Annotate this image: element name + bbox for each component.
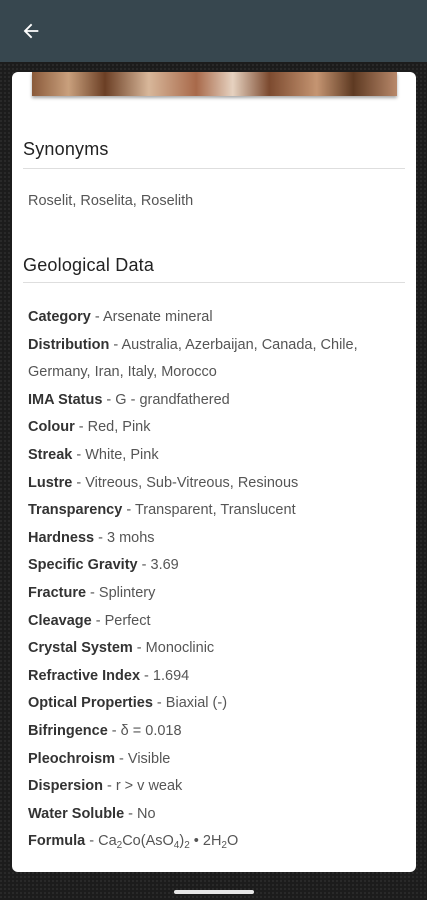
property-row: Lustre - Vitreous, Sub-Vitreous, Resinou… <box>28 470 400 498</box>
property-value: Visible <box>127 750 171 767</box>
property-separator: - <box>86 584 99 601</box>
arrow-left-icon <box>23 23 39 39</box>
property-separator: - <box>91 612 105 629</box>
property-separator: - <box>72 474 86 491</box>
property-value: Arsenate mineral <box>102 309 213 325</box>
property-row: Colour - Red, Pink <box>28 414 400 442</box>
property-separator: - <box>94 529 107 546</box>
property-label: Hardness <box>28 529 95 546</box>
property-label: Crystal System <box>28 640 133 657</box>
property-value: Biaxial (-) <box>165 695 228 712</box>
property-row: Streak - White, Pink <box>28 442 400 470</box>
property-row: Dispersion - r > v weak <box>28 773 400 801</box>
formula-value: Ca2Co(AsO4)2 • 2H2O <box>98 833 239 852</box>
property-label: Pleochroism <box>28 750 116 767</box>
property-separator: - <box>102 778 116 795</box>
property-row: Refractive Index - 1.694 <box>28 663 400 691</box>
property-separator: - <box>137 557 151 574</box>
property-row: Cleavage - Perfect <box>28 608 400 636</box>
property-separator: - <box>72 446 86 463</box>
property-label: Lustre <box>28 474 73 491</box>
formula-label: Formula <box>28 833 86 850</box>
property-row: IMA Status - G - grandfathered <box>28 387 400 415</box>
property-separator: - <box>74 419 88 436</box>
synonyms-text: Roselit, Roselita, Roselith <box>28 193 194 209</box>
property-label: Specific Gravity <box>28 557 138 574</box>
property-label: Category <box>28 309 91 325</box>
geological-properties-list: Category - Arsenate mineral Distribution … <box>28 304 400 856</box>
property-row: Bifringence - δ = 0.018 <box>28 718 400 746</box>
property-value: 3 mohs <box>106 529 155 546</box>
property-value: 3.69 <box>150 557 179 574</box>
property-separator: - <box>124 805 138 822</box>
property-row: Optical Properties - Biaxial (-) <box>28 690 400 718</box>
property-label: Streak <box>28 446 73 463</box>
property-label: Colour <box>28 419 75 436</box>
app-bar <box>0 0 427 62</box>
property-row: Specific Gravity - 3.69 <box>28 552 400 580</box>
property-value: δ = 0.018 <box>120 722 182 739</box>
property-value: Transparent, Translucent <box>134 502 296 519</box>
mineral-detail-card: Synonyms Roselit, Roselita, Roselith Geo… <box>12 72 416 872</box>
property-value: Monoclinic <box>145 640 215 657</box>
property-value: Vitreous, Sub-Vitreous, Resinous <box>85 474 299 491</box>
property-value: G - grandfathered <box>115 391 230 408</box>
property-value: Perfect <box>104 612 151 629</box>
property-separator: - <box>122 502 135 519</box>
property-label: IMA Status <box>28 391 103 408</box>
geological-divider <box>23 282 405 283</box>
property-label: Bifringence <box>28 722 108 739</box>
property-row: Distribution - Australia, Azerbaijan, Ca… <box>28 332 400 387</box>
property-row: Crystal System - Monoclinic <box>28 635 400 663</box>
property-row: Category - Arsenate mineral <box>28 304 400 332</box>
property-row: Hardness - 3 mohs <box>28 525 400 553</box>
synonyms-heading: Synonyms <box>23 139 109 159</box>
property-separator: - <box>90 309 103 325</box>
back-button[interactable] <box>12 13 50 49</box>
property-separator: - <box>140 667 153 684</box>
property-label: Water Soluble <box>28 805 125 822</box>
property-separator: - <box>115 750 128 767</box>
property-value: White, Pink <box>85 446 159 463</box>
property-separator: - <box>109 336 122 353</box>
property-separator: - <box>107 722 121 739</box>
property-row: Fracture - Splintery <box>28 580 400 608</box>
property-separator: - <box>152 695 166 712</box>
property-label: Optical Properties <box>28 695 153 712</box>
property-row: Pleochroism - Visible <box>28 746 400 774</box>
formula-separator: - <box>85 833 99 850</box>
formula-row: Formula - Ca2Co(AsO4)2 • 2H2O <box>28 828 400 856</box>
property-label: Refractive Index <box>28 667 141 684</box>
property-separator: - <box>132 640 146 657</box>
property-separator: - <box>102 391 116 408</box>
property-value: Red, Pink <box>87 419 151 436</box>
property-label: Transparency <box>28 502 123 519</box>
property-row: Water Soluble - No <box>28 801 400 829</box>
property-value: 1.694 <box>152 667 190 684</box>
property-label: Distribution <box>28 336 110 353</box>
property-label: Cleavage <box>28 612 92 629</box>
property-label: Dispersion <box>28 778 103 795</box>
property-value: Splintery <box>98 584 156 601</box>
property-row: Transparency - Transparent, Translucent <box>28 497 400 525</box>
geological-data-heading: Geological Data <box>23 255 155 275</box>
property-value: No <box>137 805 156 822</box>
synonyms-divider <box>23 168 405 169</box>
property-label: Fracture <box>28 584 87 601</box>
mineral-photo <box>32 72 397 96</box>
gesture-nav-handle[interactable] <box>174 890 254 894</box>
property-value: r > v weak <box>115 778 183 795</box>
